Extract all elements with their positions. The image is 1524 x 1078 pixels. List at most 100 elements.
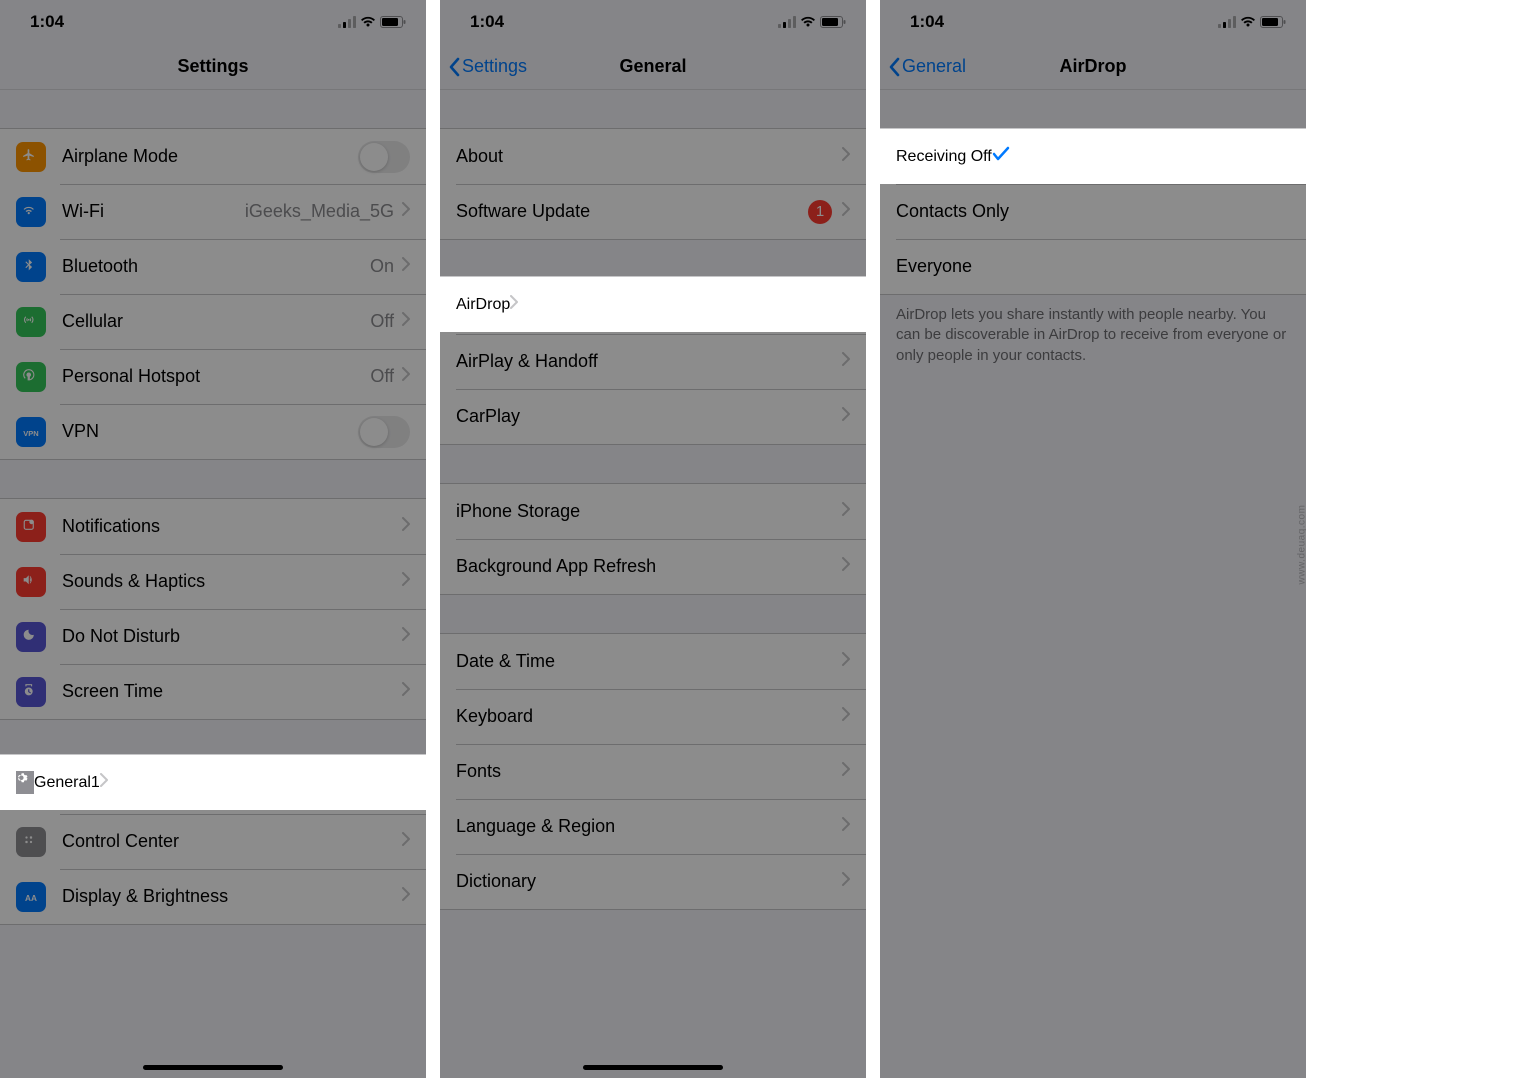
chevron-right-icon	[842, 202, 850, 221]
row-label: Control Center	[62, 831, 402, 852]
screen-settings: 1:04 Settings Airplane Mode Wi-FiiGeeks_M…	[0, 0, 426, 1078]
chevron-right-icon	[842, 407, 850, 426]
settings-row[interactable]: Date & Time	[440, 634, 866, 689]
settings-row[interactable]: Personal HotspotOff	[0, 349, 426, 404]
chevron-right-icon	[842, 557, 850, 576]
settings-row[interactable]: Contacts Only	[880, 184, 1306, 239]
nav-bar: General AirDrop	[880, 44, 1306, 90]
row-label: Keyboard	[456, 706, 842, 727]
chevron-left-icon	[888, 57, 900, 77]
chevron-right-icon	[402, 887, 410, 906]
chevron-right-icon	[842, 762, 850, 781]
status-time: 1:04	[910, 12, 944, 32]
row-badge: 1	[808, 200, 832, 224]
settings-row[interactable]: Do Not Disturb	[0, 609, 426, 664]
general-icon	[16, 772, 46, 802]
settings-row[interactable]: Fonts	[440, 744, 866, 799]
controlcenter-icon	[16, 827, 46, 857]
status-time: 1:04	[30, 12, 64, 32]
row-label: General	[62, 776, 368, 797]
row-label: Language & Region	[456, 816, 842, 837]
settings-row[interactable]: Background App Refresh	[440, 539, 866, 594]
screen-airdrop: 1:04 General AirDrop Receiving OffContac…	[880, 0, 1306, 1078]
wifi-icon	[800, 16, 816, 28]
toggle-switch[interactable]	[358, 416, 410, 448]
settings-row[interactable]: BluetoothOn	[0, 239, 426, 294]
row-label: Date & Time	[456, 651, 842, 672]
wifi-icon	[360, 16, 376, 28]
toggle-switch[interactable]	[358, 141, 410, 173]
settings-row[interactable]: Receiving Off	[880, 129, 1306, 184]
settings-row[interactable]: About	[440, 129, 866, 184]
row-label: Everyone	[896, 256, 1290, 277]
status-bar: 1:04	[0, 0, 426, 44]
status-bar: 1:04	[880, 0, 1306, 44]
row-label: CarPlay	[456, 406, 842, 427]
settings-row[interactable]: Keyboard	[440, 689, 866, 744]
sounds-icon	[16, 567, 46, 597]
row-label: AirPlay & Handoff	[456, 351, 842, 372]
settings-group: iPhone Storage Background App Refresh	[440, 483, 866, 595]
row-label: About	[456, 146, 842, 167]
settings-row[interactable]: Control Center	[0, 814, 426, 869]
row-label: Screen Time	[62, 681, 402, 702]
settings-group: General1 Control Center AADisplay & Bright…	[0, 758, 426, 925]
settings-row[interactable]: Dictionary	[440, 854, 866, 909]
dnd-icon	[16, 622, 46, 652]
status-icons	[338, 16, 406, 28]
nav-title: Settings	[177, 56, 248, 77]
row-label: Display & Brightness	[62, 886, 402, 907]
settings-row[interactable]: AADisplay & Brightness	[0, 869, 426, 924]
watermark: www.deuaq.com	[1297, 505, 1307, 585]
status-icons	[778, 16, 846, 28]
settings-row[interactable]: CarPlay	[440, 389, 866, 444]
settings-row[interactable]: Wi-FiiGeeks_Media_5G	[0, 184, 426, 239]
chevron-right-icon	[402, 777, 410, 796]
settings-row[interactable]: Notifications	[0, 499, 426, 554]
battery-icon	[380, 16, 406, 28]
svg-text:VPN: VPN	[23, 428, 38, 437]
home-indicator	[143, 1065, 283, 1070]
settings-row[interactable]: Screen Time	[0, 664, 426, 719]
row-label: Notifications	[62, 516, 402, 537]
chevron-right-icon	[842, 817, 850, 836]
home-indicator	[583, 1065, 723, 1070]
settings-row[interactable]: Airplane Mode	[0, 129, 426, 184]
settings-row[interactable]: VPN VPN	[0, 404, 426, 459]
row-label: VPN	[62, 421, 358, 442]
back-button[interactable]: Settings	[448, 56, 527, 77]
settings-row[interactable]: Software Update1	[440, 184, 866, 239]
settings-group: Date & Time Keyboard Fonts Language & Regio…	[440, 633, 866, 910]
row-label: iPhone Storage	[456, 501, 842, 522]
cellular-icon	[16, 307, 46, 337]
settings-row[interactable]: AirPlay & Handoff	[440, 334, 866, 389]
notifications-icon	[16, 512, 46, 542]
back-button[interactable]: General	[888, 56, 966, 77]
row-label: Background App Refresh	[456, 556, 842, 577]
settings-row[interactable]: AirDrop	[440, 279, 866, 334]
screentime-icon	[16, 677, 46, 707]
row-value: Off	[370, 366, 394, 387]
airdrop-footer: AirDrop lets you share instantly with pe…	[880, 295, 1306, 376]
settings-row[interactable]: General1	[0, 759, 426, 814]
airdrop-options-group: Receiving OffContacts Only Everyone	[880, 128, 1306, 295]
vpn-icon: VPN	[16, 417, 46, 447]
signal-icon	[338, 16, 356, 28]
chevron-right-icon	[402, 517, 410, 536]
settings-row[interactable]: iPhone Storage	[440, 484, 866, 539]
settings-row[interactable]: Language & Region	[440, 799, 866, 854]
settings-row[interactable]: CellularOff	[0, 294, 426, 349]
settings-row[interactable]: Everyone	[880, 239, 1306, 294]
screen-general: 1:04 Settings General AboutSoftware Upda…	[440, 0, 866, 1078]
row-label: Wi-Fi	[62, 201, 245, 222]
row-label: Airplane Mode	[62, 146, 358, 167]
row-label: Do Not Disturb	[62, 626, 402, 647]
status-icons	[1218, 16, 1286, 28]
settings-row[interactable]: Sounds & Haptics	[0, 554, 426, 609]
bluetooth-icon	[16, 252, 46, 282]
nav-bar: Settings General	[440, 44, 866, 90]
nav-title: AirDrop	[1060, 56, 1127, 77]
settings-group: Notifications Sounds & Haptics Do Not Dist…	[0, 498, 426, 720]
chevron-right-icon	[402, 682, 410, 701]
settings-group: Airplane Mode Wi-FiiGeeks_Media_5GBluetoo…	[0, 128, 426, 460]
